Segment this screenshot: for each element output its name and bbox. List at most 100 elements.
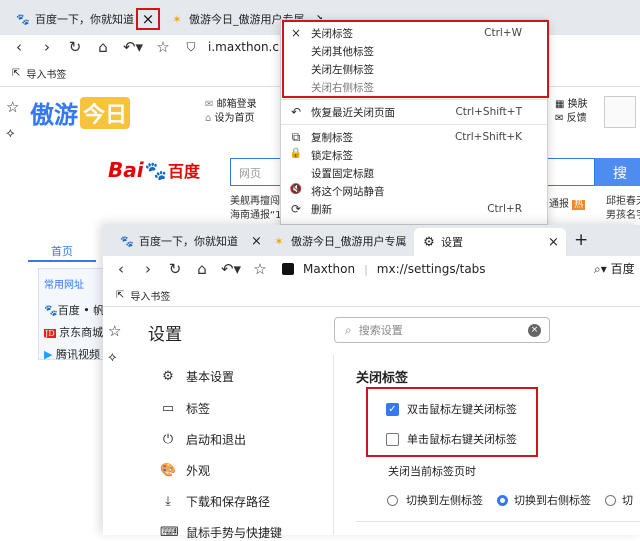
portal-right-links: ▦ 换肤 ✉ 反馈 (555, 98, 588, 126)
shield-icon: ⛉ (186, 39, 196, 54)
highlight-close-tab (136, 8, 160, 30)
news-tongbao[interactable]: 通报 热 (549, 195, 586, 210)
radio-right-selected[interactable] (497, 494, 508, 506)
import-bookmarks-link[interactable]: 导入书签 (130, 288, 170, 303)
settings-title: 设置 (148, 325, 182, 345)
forward-arrow-icon[interactable]: › (36, 36, 58, 58)
gear-icon: ⚙ (162, 369, 174, 384)
mute-icon: 🔇 (289, 184, 303, 195)
refresh-icon[interactable]: ↻ (164, 258, 186, 280)
forward-arrow-icon[interactable]: › (137, 258, 159, 280)
hot-badge: 热 (572, 200, 586, 210)
highlight-close-options (282, 20, 549, 98)
gear-icon: ⚙ (423, 234, 435, 250)
new-tab-button[interactable]: + (574, 230, 588, 250)
highlight-close-options-settings (366, 387, 538, 457)
back-tab-baidu[interactable]: 🐾 百度一下，你就知道 (8, 4, 136, 34)
undo-icon[interactable]: ↶▾ (218, 258, 244, 280)
close-icon[interactable]: × (548, 235, 559, 250)
section-divider (356, 521, 640, 522)
address-text[interactable]: i.maxthon.cn (208, 40, 287, 54)
settings-sidebar-divider (333, 355, 334, 535)
section-title-close-tabs: 关闭标签 (356, 371, 409, 386)
back-arrow-icon[interactable]: ‹ (8, 36, 30, 58)
baidu-paw-icon: 🐾 (120, 234, 134, 248)
site-baidu[interactable]: 🐾百度 • 帆 (44, 302, 104, 318)
when-closing-label: 关闭当前标签页时 (388, 465, 476, 478)
baidu-logo: Bai 🐾 百度 (108, 158, 201, 182)
tab-label: 百度一下，你就知道 (139, 235, 238, 248)
avatar[interactable] (604, 96, 636, 128)
menu-duplicate-tab[interactable]: ⧉ 复制标签 Ctrl+Shift+K (281, 128, 547, 146)
home-icon[interactable]: ⌂ (92, 36, 114, 58)
baidu-paw-icon: 🐾 (16, 12, 30, 26)
front-tab-baidu[interactable]: 🐾 百度一下，你就知道 × (112, 228, 262, 254)
search-icon: ⌕ (345, 322, 352, 337)
menu-separator (281, 99, 547, 100)
nav-tabs[interactable]: ▭ 标签 (160, 400, 210, 417)
close-icon[interactable]: × (251, 234, 262, 249)
front-bookmark-bar: ⇱ 导入书签 (116, 288, 170, 303)
site-tencent-video[interactable]: ▶ 腾讯视频 (44, 346, 100, 362)
maxthon-sun-icon: ✶ (172, 12, 182, 26)
news-item[interactable]: 男孩名字 (606, 209, 640, 223)
address-url[interactable]: mx://settings/tabs (377, 262, 486, 276)
palette-icon: 🎨 (160, 463, 177, 478)
nav-startup-exit[interactable]: ⏻ 启动和退出 (160, 431, 246, 448)
menu-mute-site[interactable]: 🔇 将这个网站静音 (281, 182, 547, 200)
import-icon: ⇱ (116, 290, 125, 301)
tab-label: 傲游今日_傲游用户专属 (291, 235, 407, 248)
refresh-icon[interactable]: ↻ (64, 36, 86, 58)
power-icon: ⏻ (162, 432, 174, 447)
home-icon[interactable]: ⌂ (191, 258, 213, 280)
back-bookmark-bar: ⇱ 导入书签 (12, 66, 66, 81)
menu-set-fixed-title[interactable]: 设置固定标题 (281, 164, 547, 182)
common-sites-header: 常用网址 (44, 280, 84, 291)
baidu-search-button[interactable]: 搜索 (595, 158, 640, 202)
nav-gestures-shortcuts[interactable]: ⌨ 鼠标手势与快捷键 (160, 524, 282, 541)
lock-icon: 🔒 (289, 148, 303, 159)
undo-icon[interactable]: ↶▾ (120, 36, 146, 58)
menu-restore-closed[interactable]: ↶ 恢复最近关闭页面 Ctrl+Shift+T (281, 103, 547, 121)
maxthon-sun-icon: ✶ (274, 234, 284, 248)
clear-icon[interactable]: × (528, 323, 541, 337)
radio-group: 切换到左侧标签 切换到右侧标签 切 (387, 492, 633, 508)
menu-refresh[interactable]: ⟳ 删新 Ctrl+R (281, 200, 547, 218)
baidu-paw-icon: 🐾 (144, 161, 168, 182)
settings-search-input[interactable]: ⌕ 搜索设置 × (334, 317, 550, 343)
set-home-link[interactable]: ⌂ 设为首页 (205, 112, 257, 126)
mail-login-link[interactable]: ✉ 邮箱登录 (205, 98, 257, 112)
maxthon-logo: 傲游 今日 (30, 95, 131, 130)
menu-separator (281, 124, 547, 125)
side-link-icon[interactable]: ⟡ (6, 126, 15, 141)
front-tab-settings[interactable]: ⚙ 设置 × (414, 228, 566, 256)
skin-link[interactable]: ▦ 换肤 (555, 98, 588, 112)
home-tab[interactable]: 首页 (28, 240, 96, 262)
side-star-icon[interactable]: ☆ (6, 98, 19, 116)
nav-basic-settings[interactable]: ⚙ 基本设置 (160, 368, 234, 385)
import-bookmarks-link[interactable]: 导入书签 (26, 66, 66, 81)
nav-appearance[interactable]: 🎨 外观 (160, 462, 210, 479)
download-icon: ⤓ (165, 494, 171, 509)
refresh-icon: ⟳ (290, 202, 302, 216)
menu-lock-tab[interactable]: 🔒 锁定标签 (281, 146, 547, 164)
address-brand: Maxthon (303, 262, 356, 276)
front-tab-maxthon-today[interactable]: ✶ 傲游今日_傲游用户专属 × (264, 228, 414, 254)
nav-download-path[interactable]: ⤓ 下载和保存路径 (160, 493, 270, 510)
front-side-link-icon[interactable]: ⟡ (108, 350, 117, 365)
front-search-engine[interactable]: ⌕▾ 百度 (594, 260, 635, 277)
radio-left[interactable] (387, 494, 398, 506)
import-icon: ⇱ (12, 68, 21, 79)
front-side-star-icon[interactable]: ☆ (108, 322, 121, 340)
front-nav-toolbar: ‹ › ↻ ⌂ ↶▾ ☆ Maxthon | mx://settings/tab… (110, 257, 486, 281)
star-icon[interactable]: ☆ (249, 258, 271, 280)
star-icon[interactable]: ☆ (152, 36, 174, 58)
news-item[interactable]: 邱拒春天 (606, 195, 640, 209)
keyboard-icon: ⌨ (160, 525, 179, 540)
back-nav-toolbar: ‹ › ↻ ⌂ ↶▾ ☆ ⛉ i.maxthon.cn (8, 35, 287, 59)
maxthon-brand-icon (282, 263, 294, 275)
site-jd[interactable]: JD 京东商城 (44, 324, 103, 340)
radio-third[interactable] (605, 494, 616, 506)
back-arrow-icon[interactable]: ‹ (110, 258, 132, 280)
feedback-link[interactable]: ✉ 反馈 (555, 112, 588, 126)
